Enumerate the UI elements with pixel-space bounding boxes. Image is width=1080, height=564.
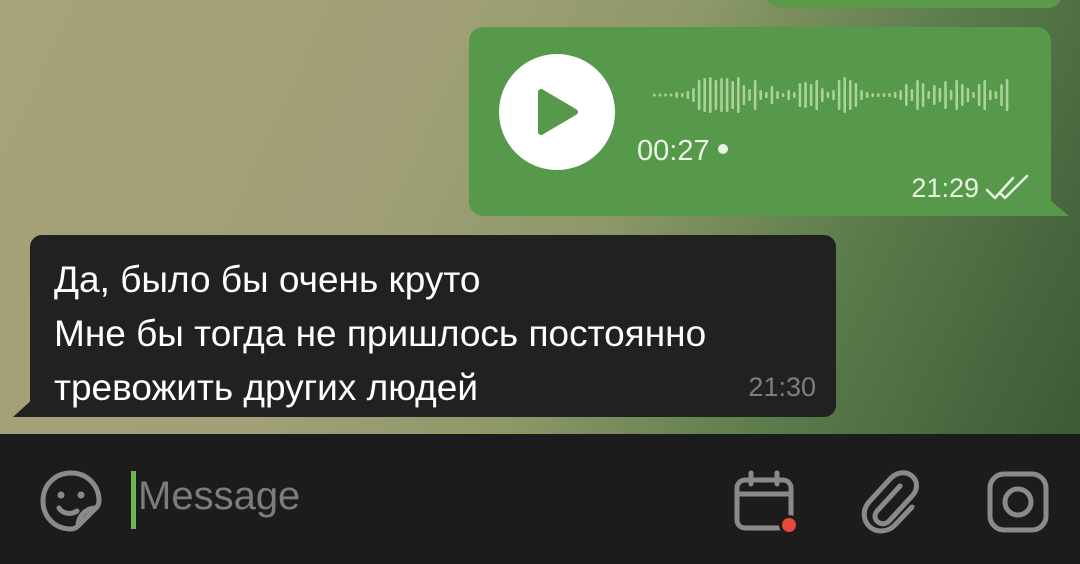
waveform-bar: [949, 90, 953, 100]
waveform-bar: [804, 82, 807, 108]
previous-message-bubble[interactable]: [766, 0, 1062, 8]
waveform-bar: [653, 93, 656, 97]
message-composer: Message: [0, 434, 1080, 564]
incoming-text-message[interactable]: Да, было бы очень круто Мне бы тогда не …: [30, 235, 836, 417]
waveform-bar: [916, 80, 919, 110]
waveform-bar: [686, 91, 690, 99]
waveform-bar: [860, 90, 863, 100]
waveform-bar: [753, 80, 757, 110]
waveform-bar: [961, 84, 964, 106]
waveform-bar: [854, 83, 858, 107]
chat-background: 00:27 21:29 Да, было бы очень круто Мне …: [0, 0, 1080, 434]
waveform-bar: [966, 88, 970, 102]
waveform-bar: [742, 85, 746, 105]
camera-icon[interactable]: [986, 470, 1050, 534]
waveform-bar: [765, 92, 768, 98]
play-button[interactable]: [499, 54, 615, 170]
incoming-bubble-tail: [13, 397, 35, 417]
waveform-bar: [731, 81, 734, 109]
outgoing-message-time: 21:29: [911, 173, 979, 203]
schedule-calendar-icon[interactable]: [732, 470, 800, 534]
waveform-bar: [675, 92, 678, 98]
waveform-bar: [664, 93, 667, 97]
waveform-bar: [1000, 84, 1003, 106]
waveform-bar: [871, 93, 874, 97]
voice-waveform[interactable]: [651, 67, 1021, 123]
waveform-bar: [921, 83, 925, 107]
waveform-bar: [888, 93, 891, 97]
waveform-bar: [787, 90, 790, 100]
text-cursor: [131, 471, 136, 529]
waveform-bar: [759, 90, 762, 100]
waveform-bar: [910, 89, 914, 101]
incoming-message-text: Да, было бы очень круто Мне бы тогда не …: [54, 259, 707, 408]
double-check-icon: [985, 174, 1029, 200]
waveform-bar: [843, 77, 846, 113]
waveform-bar: [882, 93, 886, 97]
waveform-bar: [725, 78, 729, 112]
waveform-bar: [793, 92, 796, 98]
waveform-bar: [983, 80, 986, 110]
waveform-bar: [1005, 79, 1009, 111]
waveform-bar: [714, 80, 718, 110]
waveform-bar: [944, 81, 947, 109]
voice-duration-text: 00:27: [637, 135, 710, 167]
notification-dot: [782, 518, 796, 532]
waveform-bar: [933, 85, 936, 105]
waveform-bar: [989, 90, 992, 100]
waveform-bar: [809, 84, 813, 106]
waveform-bar: [955, 80, 958, 110]
waveform-bar: [720, 78, 723, 112]
attach-paperclip-icon[interactable]: [860, 468, 922, 536]
waveform-bar: [893, 92, 897, 98]
waveform-bar: [748, 89, 751, 101]
waveform-bar: [849, 80, 852, 110]
voice-duration: 00:27: [637, 135, 728, 168]
waveform-bar: [905, 84, 908, 106]
waveform-bar: [770, 86, 774, 104]
waveform-bar: [899, 90, 902, 100]
waveform-bar: [798, 83, 802, 107]
waveform-bar: [776, 91, 779, 99]
sticker-emoji-icon[interactable]: [38, 468, 104, 534]
waveform-bar: [669, 93, 673, 97]
waveform-bar: [832, 90, 835, 100]
waveform-bar: [703, 78, 706, 112]
waveform-bar: [994, 91, 998, 99]
outgoing-voice-message[interactable]: 00:27 21:29: [469, 27, 1051, 216]
play-icon: [538, 89, 578, 135]
waveform-bar: [697, 80, 701, 110]
waveform-bar: [692, 88, 695, 102]
waveform-bar: [977, 84, 981, 106]
waveform-bar: [658, 93, 662, 97]
waveform-bar: [826, 92, 830, 98]
waveform-bar: [837, 80, 841, 110]
unplayed-dot: [717, 144, 728, 155]
waveform-bar: [815, 80, 818, 110]
waveform-bar: [737, 77, 740, 113]
waveform-bar: [781, 93, 785, 97]
waveform-bar: [927, 91, 930, 99]
waveform-bar: [865, 92, 869, 98]
waveform-bar: [681, 93, 684, 97]
incoming-message-time: 21:30: [748, 372, 816, 402]
outgoing-bubble-tail: [1045, 196, 1069, 216]
waveform-bar: [938, 88, 942, 102]
waveform-bar: [821, 88, 824, 102]
waveform-bar: [877, 93, 880, 97]
waveform-bar: [972, 92, 975, 98]
message-input[interactable]: Message: [138, 474, 300, 519]
waveform-bar: [709, 77, 712, 113]
